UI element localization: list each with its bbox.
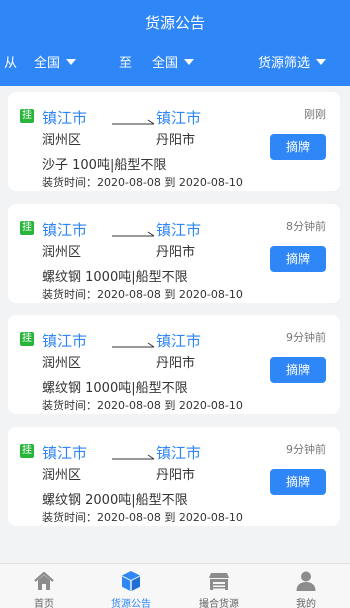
- cargo-info: 螺纹钢 2000吨|船型不限: [42, 493, 188, 508]
- cargo-card[interactable]: 挂 镇江市 镇江市 润州区 丹阳市 螺纹钢 1000吨|船型不限 装货时间：20…: [8, 315, 340, 414]
- delist-button[interactable]: 摘牌: [270, 469, 326, 495]
- chevron-down-icon: [184, 58, 195, 65]
- route-arrow-icon: [112, 119, 155, 125]
- destination-city: 镇江市: [156, 444, 202, 462]
- filter-bar: 从 全国 至 全国 货源筛选: [0, 52, 350, 72]
- post-time: 9分钟前: [286, 443, 326, 456]
- destination-district: 丹阳市: [156, 356, 196, 371]
- load-time: 装货时间：2020-08-08 到 2020-08-10: [42, 511, 243, 524]
- tab-profile[interactable]: 我的: [262, 564, 350, 608]
- post-time: 8分钟前: [286, 220, 326, 233]
- destination-city: 镇江市: [156, 109, 202, 127]
- load-time: 装货时间：2020-08-08 到 2020-08-10: [42, 288, 243, 301]
- package-icon: [122, 571, 140, 591]
- listing-tag: 挂: [20, 332, 34, 346]
- origin-district: 润州区: [42, 133, 82, 148]
- from-region-value: 全国: [34, 56, 61, 71]
- route-arrow-icon: [112, 454, 155, 460]
- cargo-card[interactable]: 挂 镇江市 镇江市 润州区 丹阳市 螺纹钢 2000吨|船型不限 装货时间：20…: [8, 427, 340, 526]
- destination-city: 镇江市: [156, 221, 202, 239]
- listing-tag: 挂: [20, 221, 34, 235]
- listing-tag: 挂: [20, 109, 34, 123]
- delist-button[interactable]: 摘牌: [270, 246, 326, 272]
- origin-city: 镇江市: [42, 221, 88, 239]
- chevron-down-icon: [316, 58, 327, 65]
- tab-label: 撮合货源: [199, 599, 239, 608]
- cargo-card[interactable]: 挂 镇江市 镇江市 润州区 丹阳市 螺纹钢 1000吨|船型不限 装货时间：20…: [8, 204, 340, 303]
- load-time: 装货时间：2020-08-08 到 2020-08-10: [42, 399, 243, 412]
- from-region-dropdown[interactable]: 全国: [34, 52, 77, 71]
- user-icon: [296, 571, 316, 591]
- route-arrow-icon: [112, 231, 155, 237]
- origin-city: 镇江市: [42, 332, 88, 350]
- page-title: 货源公告: [144, 14, 205, 32]
- chevron-down-icon: [66, 58, 77, 65]
- cargo-info: 沙子 100吨|船型不限: [42, 158, 167, 173]
- bottom-tab-bar: 首页 货源公告 撮合货源 我的: [0, 563, 350, 608]
- destination-city: 镇江市: [156, 332, 202, 350]
- origin-district: 润州区: [42, 245, 82, 260]
- destination-district: 丹阳市: [156, 133, 196, 148]
- load-time: 装货时间：2020-08-08 到 2020-08-10: [42, 176, 243, 189]
- delist-button[interactable]: 摘牌: [270, 357, 326, 383]
- origin-city: 镇江市: [42, 444, 88, 462]
- tab-match-cargo[interactable]: 撮合货源: [175, 564, 263, 608]
- tab-label: 货源公告: [111, 599, 151, 608]
- source-filter-label: 货源筛选: [258, 56, 311, 71]
- origin-district: 润州区: [42, 356, 82, 371]
- listing-tag: 挂: [20, 444, 34, 458]
- to-region-value: 全国: [152, 56, 179, 71]
- tab-label: 我的: [296, 599, 316, 608]
- tab-cargo-notice[interactable]: 货源公告: [87, 564, 175, 608]
- home-icon: [34, 571, 54, 590]
- header: 货源公告 从 全国 至 全国 货源筛选: [0, 0, 350, 86]
- destination-district: 丹阳市: [156, 468, 196, 483]
- origin-city: 镇江市: [42, 109, 88, 127]
- post-time: 9分钟前: [286, 331, 326, 344]
- tab-label: 首页: [34, 599, 54, 608]
- to-region-dropdown[interactable]: 全国: [152, 52, 195, 71]
- cargo-info: 螺纹钢 1000吨|船型不限: [42, 270, 188, 285]
- source-filter-dropdown[interactable]: 货源筛选: [258, 52, 327, 71]
- from-label: 从: [4, 56, 18, 71]
- destination-district: 丹阳市: [156, 245, 196, 260]
- cargo-info: 螺纹钢 1000吨|船型不限: [42, 381, 188, 396]
- route-arrow-icon: [112, 342, 155, 348]
- delist-button[interactable]: 摘牌: [270, 134, 326, 160]
- to-label: 至: [119, 56, 133, 71]
- origin-district: 润州区: [42, 468, 82, 483]
- store-icon: [209, 573, 229, 590]
- post-time: 刚刚: [304, 108, 326, 121]
- cargo-card[interactable]: 挂 镇江市 镇江市 润州区 丹阳市 沙子 100吨|船型不限 装货时间：2020…: [8, 92, 340, 191]
- tab-home[interactable]: 首页: [0, 564, 88, 608]
